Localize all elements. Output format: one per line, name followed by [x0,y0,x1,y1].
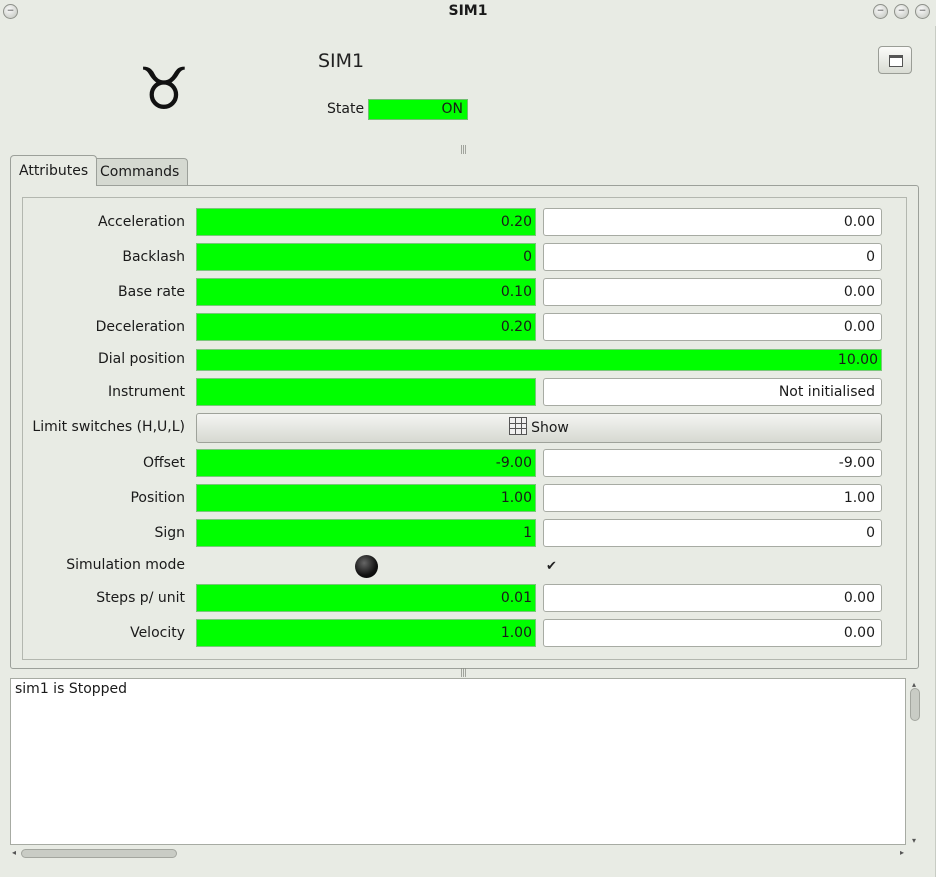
dial-position-label: Dial position [97,351,185,367]
simulation-mode-label: Simulation mode [66,557,185,573]
position-write[interactable]: 1.00 [543,484,882,512]
scroll-left-icon[interactable]: ◂ [12,848,16,857]
tab-commands[interactable]: Commands [91,158,189,185]
offset-label: Offset [142,455,185,471]
base-rate-read: 0.10 [196,278,536,306]
sign-read: 1 [196,519,536,547]
log-horizontal-scroll-thumb[interactable] [21,849,177,858]
log-vertical-scroll-thumb[interactable] [910,688,920,721]
close-icon[interactable]: − [915,4,930,19]
dial-position-read: 10.00 [196,349,882,371]
sign-label: Sign [154,525,185,541]
instrument-label: Instrument [107,384,185,400]
steps-per-unit-read: 0.01 [196,584,536,612]
state-value: ON [368,99,468,120]
backlash-read: 0 [196,243,536,271]
scroll-right-icon[interactable]: ▸ [900,848,904,857]
backlash-write[interactable]: 0 [543,243,882,271]
table-icon [509,417,528,435]
device-name: SIM1 [318,50,365,72]
sign-write[interactable]: 0 [543,519,882,547]
scroll-down-icon[interactable]: ▾ [912,836,916,845]
taurus-logo-icon: ♉ [138,55,190,123]
window-panel-icon [889,55,903,67]
position-read: 1.00 [196,484,536,512]
window-title: SIM1 [448,3,488,19]
panel-button[interactable] [878,46,912,74]
state-label: State [327,101,365,117]
acceleration-write[interactable]: 0.00 [543,208,882,236]
offset-read: -9.00 [196,449,536,477]
base-rate-label: Base rate [118,284,185,300]
simulation-mode-checkbox[interactable]: ✔ [544,559,559,574]
steps-per-unit-label: Steps p/ unit [96,590,185,606]
velocity-read: 1.00 [196,619,536,647]
offset-write[interactable]: -9.00 [543,449,882,477]
main-window: − SIM1 − − − ♉ SIM1 State ON ||| Attribu… [0,0,936,877]
backlash-label: Backlash [122,249,185,265]
log-text: sim1 is Stopped [15,681,128,697]
acceleration-read: 0.20 [196,208,536,236]
acceleration-label: Acceleration [98,214,185,230]
show-button-label: Show [531,420,569,436]
instrument-read [196,378,536,406]
instrument-write[interactable]: Not initialised [543,378,882,406]
deceleration-write[interactable]: 0.00 [543,313,882,341]
log-splitter-handle[interactable]: ||| [460,668,467,678]
minimize-icon[interactable]: − [873,4,888,19]
velocity-label: Velocity [130,625,185,641]
simulation-led-icon [355,555,378,578]
log-output[interactable]: sim1 is Stopped [10,678,906,845]
deceleration-label: Deceleration [95,319,185,335]
limit-switches-label: Limit switches (H,U,L) [32,419,185,435]
title-bar: − SIM1 − − − [0,0,936,26]
deceleration-read: 0.20 [196,313,536,341]
position-label: Position [130,490,185,506]
show-limit-switches-button[interactable]: Show [196,413,882,443]
steps-per-unit-write[interactable]: 0.00 [543,584,882,612]
base-rate-write[interactable]: 0.00 [543,278,882,306]
velocity-write[interactable]: 0.00 [543,619,882,647]
scroll-up-icon[interactable]: ▴ [912,680,916,689]
maximize-icon[interactable]: − [894,4,909,19]
tab-attributes[interactable]: Attributes [10,155,98,186]
splitter-handle[interactable]: ||| [460,145,467,155]
